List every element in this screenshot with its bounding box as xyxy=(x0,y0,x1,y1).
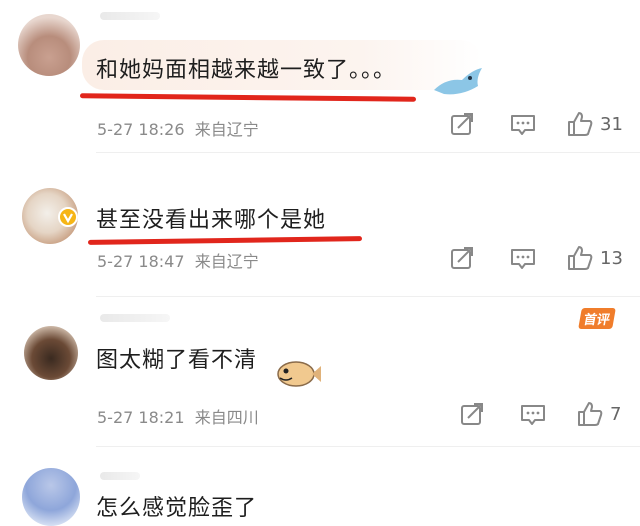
divider xyxy=(96,296,640,297)
share-icon[interactable] xyxy=(450,112,476,136)
comment-item: 怎么感觉脸歪了 xyxy=(0,450,640,526)
avatar[interactable] xyxy=(18,14,80,76)
comment-meta: 5-27 18:26 来自辽宁 xyxy=(97,116,259,140)
comment-time: 5-27 18:21 xyxy=(97,408,185,427)
like-icon[interactable] xyxy=(566,244,594,272)
like-icon[interactable] xyxy=(576,400,604,428)
divider xyxy=(96,152,640,153)
first-comment-badge: 首评 xyxy=(578,308,616,329)
comment-meta: 5-27 18:47 来自辽宁 xyxy=(97,248,259,272)
comment-text: 怎么感觉脸歪了 xyxy=(96,496,258,521)
comment-text: 和她妈面相越来越一致了。。。 xyxy=(96,58,397,83)
comment-icon[interactable] xyxy=(510,113,536,137)
comment-location: 来自辽宁 xyxy=(194,120,259,139)
like-count: 7 xyxy=(610,404,622,425)
comment-time: 5-27 18:47 xyxy=(97,252,185,271)
like-count: 31 xyxy=(600,114,623,135)
comment-meta: 5-27 18:21 来自四川 xyxy=(97,404,259,428)
username[interactable] xyxy=(100,472,140,480)
comment-location: 来自辽宁 xyxy=(194,252,259,271)
verified-badge-icon xyxy=(58,207,78,227)
avatar[interactable] xyxy=(24,326,78,380)
username[interactable] xyxy=(100,12,160,20)
like-count: 13 xyxy=(600,248,623,269)
share-icon[interactable] xyxy=(450,246,476,270)
like-icon[interactable] xyxy=(566,110,594,138)
comment-time: 5-27 18:26 xyxy=(97,120,185,139)
username[interactable] xyxy=(100,314,170,322)
share-icon[interactable] xyxy=(460,402,486,426)
highlight-underline xyxy=(87,236,363,245)
comment-item: 和她妈面相越来越一致了。。。 5-27 18:26 来自辽宁 31 xyxy=(0,0,640,150)
comment-icon[interactable] xyxy=(510,247,536,271)
comment-location: 来自四川 xyxy=(194,408,259,427)
comment-item: 甚至没看出来哪个是她 5-27 18:47 来自辽宁 13 xyxy=(0,180,640,290)
sticker-icon xyxy=(277,361,321,387)
comment-text: 图太糊了看不清 xyxy=(96,348,258,373)
avatar[interactable] xyxy=(22,468,80,526)
comment-text: 甚至没看出来哪个是她 xyxy=(96,208,327,233)
sticker-icon xyxy=(434,68,482,95)
comment-icon[interactable] xyxy=(520,403,546,427)
comment-item: 首评 图太糊了看不清 5-27 18:21 来自四川 7 xyxy=(0,300,640,440)
divider xyxy=(96,446,640,447)
highlight-underline xyxy=(79,93,417,102)
